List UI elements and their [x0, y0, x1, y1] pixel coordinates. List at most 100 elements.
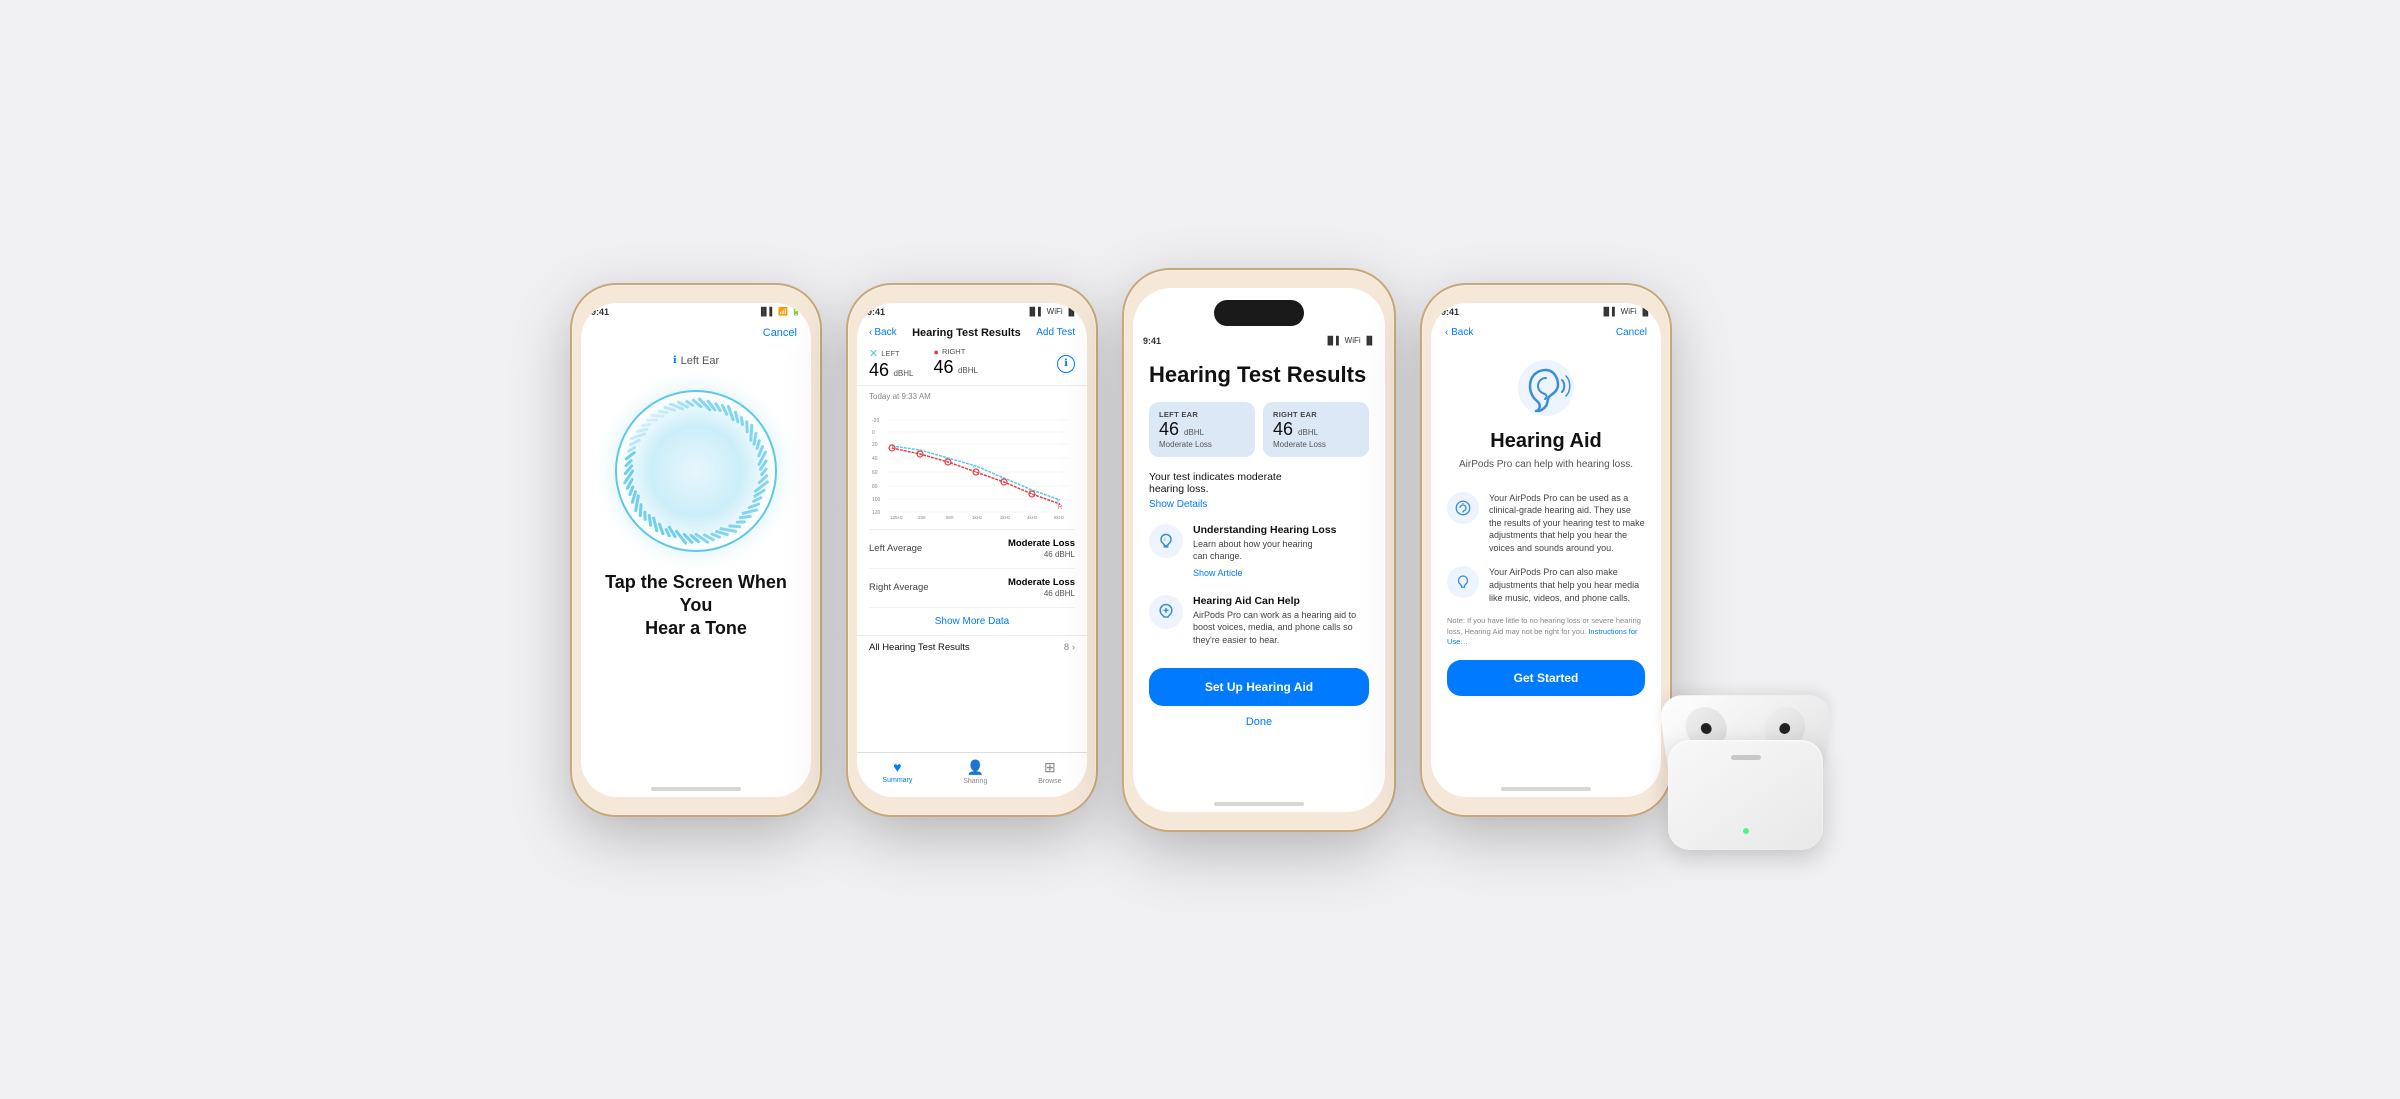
- phone-1-cancel-button[interactable]: Cancel: [763, 327, 797, 339]
- phone-3-left-card: LEFT EAR 46 dBHL Moderate Loss: [1149, 402, 1255, 457]
- phone-4-content-area: Hearing Aid AirPods Pro can help with he…: [1431, 342, 1661, 492]
- airpods-case: [1668, 690, 1828, 850]
- phone-1-instruction-text: Tap the Screen When YouHear a Tone: [601, 571, 791, 641]
- phone-2-time: 9:41: [867, 307, 885, 317]
- phone-2: 9:41 ▐▌▌ WiFi ▐▌ ‹ Back Hearing Test Res…: [848, 285, 1096, 815]
- signal-icon-3: ▐▌▌: [1325, 336, 1342, 345]
- done-button[interactable]: Done: [1149, 716, 1369, 728]
- sharing-icon: 👤: [967, 759, 984, 776]
- phone-1-content: 9:41 ▐▌▌ 📶 🔋 Cancel ℹ Left Ear: [581, 303, 811, 797]
- phone-3-title: Hearing Test Results: [1149, 362, 1369, 388]
- phone-1-status-icons: ▐▌▌ 📶 🔋: [758, 307, 801, 316]
- signal-icon: ▐▌▌: [758, 307, 775, 316]
- phone-1-status-bar: 9:41 ▐▌▌ 📶 🔋: [581, 303, 811, 319]
- svg-text:125Hz: 125Hz: [890, 515, 904, 520]
- phone-3-dynamic-island: [1214, 300, 1304, 326]
- airpod-left-sensor: [1700, 723, 1711, 734]
- phone-3-content: Hearing Test Results LEFT EAR 46 dBHL Mo…: [1133, 348, 1385, 743]
- svg-text:-20: -20: [872, 418, 879, 424]
- audiogram-chart: -20 0 20 40 60 80 100 120: [869, 410, 1075, 520]
- airpods-case-hinge: [1731, 755, 1761, 760]
- airpod-right-sensor: [1779, 723, 1790, 734]
- phone-3-island-area: [1133, 288, 1385, 332]
- chevron-icon: ‹: [869, 327, 872, 338]
- svg-text:2kHz: 2kHz: [1000, 515, 1011, 520]
- phone-2-left-label: ✕ LEFT: [869, 347, 914, 360]
- info-button-2[interactable]: ℹ: [1057, 355, 1075, 373]
- svg-text:i: i: [1164, 537, 1165, 543]
- get-started-button[interactable]: Get Started: [1447, 660, 1645, 696]
- wifi-icon-2: WiFi: [1047, 307, 1063, 316]
- phone-4-back-button[interactable]: ‹ Back: [1445, 327, 1473, 338]
- svg-text:40: 40: [872, 456, 878, 462]
- wave-ring-svg: [616, 391, 776, 551]
- wifi-icon: 📶: [778, 307, 788, 316]
- chevron-right-icon: ›: [1072, 642, 1075, 653]
- show-more-data-button[interactable]: Show More Data: [857, 608, 1087, 635]
- phone-2-add-button[interactable]: Add Test: [1036, 327, 1075, 338]
- phone-2-chart: -20 0 20 40 60 80 100 120: [857, 406, 1087, 529]
- phone-4-info-area: Your AirPods Pro can be used as a clinic…: [1431, 492, 1661, 696]
- show-details-button[interactable]: Show Details: [1149, 499, 1369, 510]
- phone-1-title-area: ℹ Left Ear: [581, 355, 811, 367]
- tab-sharing[interactable]: 👤 Sharing: [963, 759, 987, 785]
- phone-4-note: Note: If you have little to no hearing l…: [1447, 616, 1645, 648]
- svg-text:120: 120: [872, 510, 881, 516]
- battery-icon-4: ▐▌: [1640, 307, 1651, 316]
- phone-2-status-bar: 9:41 ▐▌▌ WiFi ▐▌: [857, 303, 1087, 319]
- phone-2-left-stat: ✕ LEFT 46 dBHL: [869, 347, 914, 381]
- svg-text:R: R: [1058, 505, 1063, 511]
- phone-4: 9:41 ▐▌▌ WiFi ▐▌ ‹ Back Cancel: [1422, 285, 1670, 815]
- phone-3-right-card: RIGHT EAR 46 dBHL Moderate Loss: [1263, 402, 1369, 457]
- phone-1-home-indicator: [581, 787, 811, 791]
- browse-icon: ⊞: [1044, 759, 1056, 776]
- heart-icon: ♥: [893, 759, 901, 775]
- phone-3-info-2: Hearing Aid Can Help AirPods Pro can wor…: [1149, 595, 1369, 647]
- phone-2-all-results-row[interactable]: All Hearing Test Results 8 ›: [857, 635, 1087, 659]
- hearing-aid-icon: [1149, 595, 1183, 629]
- phone-1-ring-container[interactable]: [581, 391, 811, 551]
- phone-2-right-avg-row: Right Average Moderate Loss 46 dBHL: [869, 569, 1075, 608]
- tab-browse[interactable]: ⊞ Browse: [1038, 759, 1061, 785]
- phone-2-time-label: Today at 9:33 AM: [857, 386, 1087, 406]
- signal-icon-4: ▐▌▌: [1601, 307, 1618, 316]
- phone-3-time: 9:41: [1143, 336, 1161, 346]
- info-icon: ℹ: [673, 355, 677, 366]
- signal-icon-2: ▐▌▌: [1027, 307, 1044, 316]
- phone-2-results-table: Left Average Moderate Loss 46 dBHL Right…: [869, 529, 1075, 608]
- phone-4-title: Hearing Aid: [1447, 430, 1645, 453]
- tab-summary[interactable]: ♥ Summary: [882, 759, 912, 785]
- phone-1-ring: [616, 391, 776, 551]
- phone-2-status-icons: ▐▌▌ WiFi ▐▌: [1027, 307, 1077, 316]
- phone-3-info-1-text: Understanding Hearing Loss Learn about h…: [1193, 524, 1337, 581]
- phone-2-right-value: 46 dBHL: [934, 357, 979, 378]
- svg-text:80: 80: [872, 484, 878, 490]
- phone-2-right-stat: ● RIGHT 46 dBHL: [934, 347, 979, 381]
- set-up-hearing-aid-button[interactable]: Set Up Hearing Aid: [1149, 668, 1369, 706]
- phone-3-status-icons: ▐▌▌ WiFi ▐▌: [1325, 336, 1375, 345]
- phone-4-time: 9:41: [1441, 307, 1459, 317]
- show-article-link[interactable]: Show Article: [1193, 568, 1243, 578]
- phone-1-screen: 9:41 ▐▌▌ 📶 🔋 Cancel ℹ Left Ear: [581, 303, 811, 797]
- phone-4-screen: 9:41 ▐▌▌ WiFi ▐▌ ‹ Back Cancel: [1431, 303, 1661, 797]
- phone-3: 9:41 ▐▌▌ WiFi ▐▌ Hearing Test Results LE…: [1124, 270, 1394, 830]
- phone-3-info-2-text: Hearing Aid Can Help AirPods Pro can wor…: [1193, 595, 1369, 647]
- phone-1-header: Cancel: [581, 319, 811, 339]
- phone-2-left-avg-value: Moderate Loss 46 dBHL: [1008, 538, 1075, 560]
- phone-4-status-icons: ▐▌▌ WiFi ▐▌: [1601, 307, 1651, 316]
- phone-1-time: 9:41: [591, 307, 609, 317]
- right-dot: ●: [934, 347, 939, 357]
- phone-2-back-button[interactable]: ‹ Back: [869, 327, 897, 338]
- phone-3-status-bar: 9:41 ▐▌▌ WiFi ▐▌: [1133, 332, 1385, 348]
- phone-3-cards: LEFT EAR 46 dBHL Moderate Loss RIGHT EAR…: [1149, 402, 1369, 457]
- phone-3-home-indicator: [1133, 802, 1385, 806]
- phone-2-content: 9:41 ▐▌▌ WiFi ▐▌ ‹ Back Hearing Test Res…: [857, 303, 1087, 797]
- phone-1-ear-label: ℹ Left Ear: [581, 355, 811, 367]
- phone-4-cancel-button[interactable]: Cancel: [1616, 327, 1647, 338]
- voice-icon: [1447, 492, 1479, 524]
- media-icon: [1447, 566, 1479, 598]
- phone-2-tab-bar: ♥ Summary 👤 Sharing ⊞ Browse: [857, 752, 1087, 797]
- phone-4-status-bar: 9:41 ▐▌▌ WiFi ▐▌: [1431, 303, 1661, 319]
- phone-4-home-indicator: [1431, 787, 1661, 791]
- ear-icon: [1447, 358, 1645, 418]
